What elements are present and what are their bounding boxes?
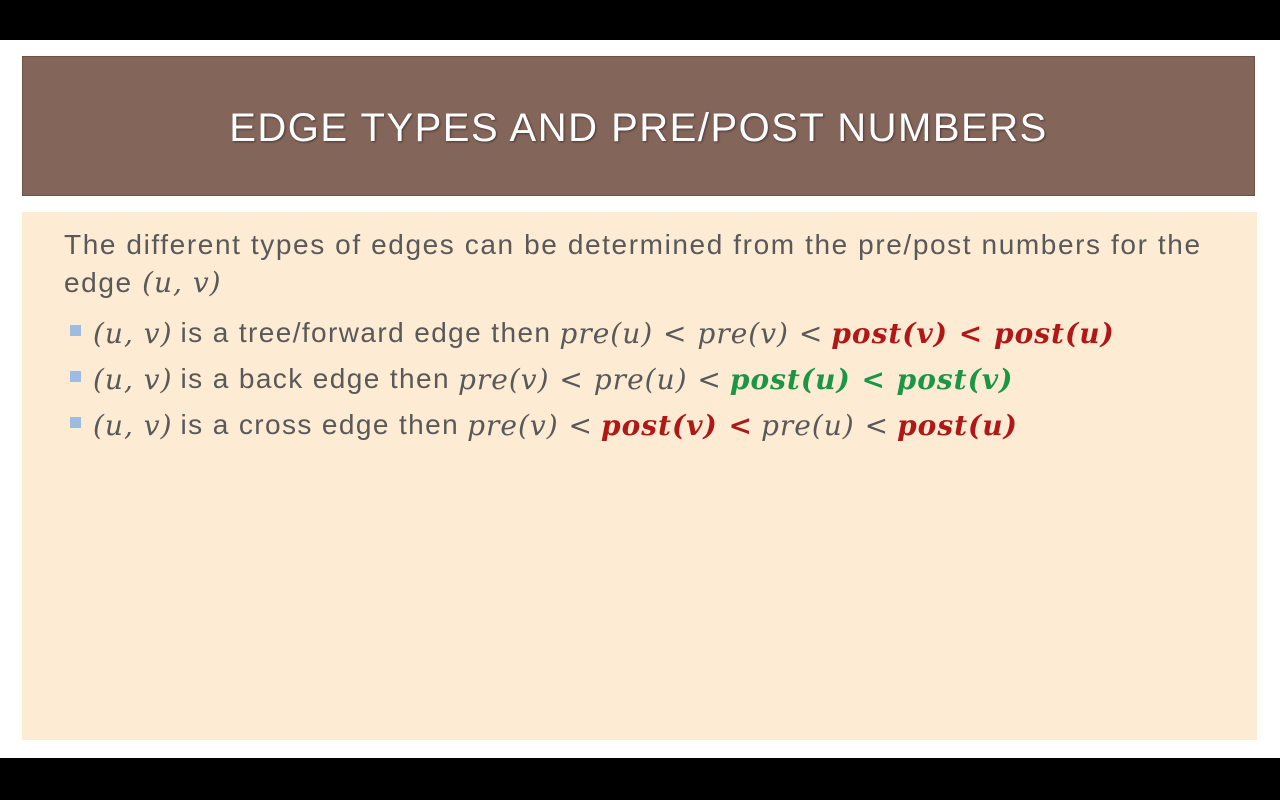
title-bar: EDGE TYPES AND PRE/POST NUMBERS: [22, 56, 1255, 196]
square-bullet-icon: [70, 416, 81, 428]
intro-math: (u, v): [142, 266, 222, 299]
bullet-text: is a tree/forward edge then: [180, 317, 552, 348]
bullet-item: (u, v) is a tree/forward edge then pre(u…: [70, 310, 1250, 356]
bullet-math-highlight: post(v) <: [601, 408, 753, 442]
bullet-math-highlight: post(v) < post(u): [831, 316, 1115, 350]
bullet-subject: (u, v): [93, 316, 173, 350]
bullet-subject: (u, v): [93, 362, 173, 396]
content-area: The different types of edges can be dete…: [22, 212, 1257, 740]
bullet-list: (u, v) is a tree/forward edge then pre(u…: [70, 310, 1250, 448]
bullet-math-highlight: post(u) < post(v): [729, 362, 1014, 396]
bullet-math-highlight: post(u): [897, 408, 1018, 442]
square-bullet-icon: [70, 370, 81, 382]
bullet-text: is a cross edge then: [180, 409, 460, 440]
bullet-math: pre(u) <: [760, 408, 890, 442]
bullet-math: pre(u) < pre(v) <: [559, 316, 824, 350]
bullet-math: pre(v) <: [467, 408, 593, 442]
intro-text: The different types of edges can be dete…: [64, 229, 1202, 298]
slide: EDGE TYPES AND PRE/POST NUMBERS The diff…: [0, 40, 1280, 758]
bullet-item: (u, v) is a back edge then pre(v) < pre(…: [70, 356, 1250, 402]
bullet-math: pre(v) < pre(u) <: [457, 362, 722, 396]
bullet-subject: (u, v): [93, 408, 173, 442]
square-bullet-icon: [70, 324, 81, 336]
bullet-item: (u, v) is a cross edge then pre(v) < pos…: [70, 402, 1250, 448]
slide-title: EDGE TYPES AND PRE/POST NUMBERS: [229, 105, 1048, 150]
intro-paragraph: The different types of edges can be dete…: [64, 226, 1214, 302]
bullet-text: is a back edge then: [180, 363, 450, 394]
